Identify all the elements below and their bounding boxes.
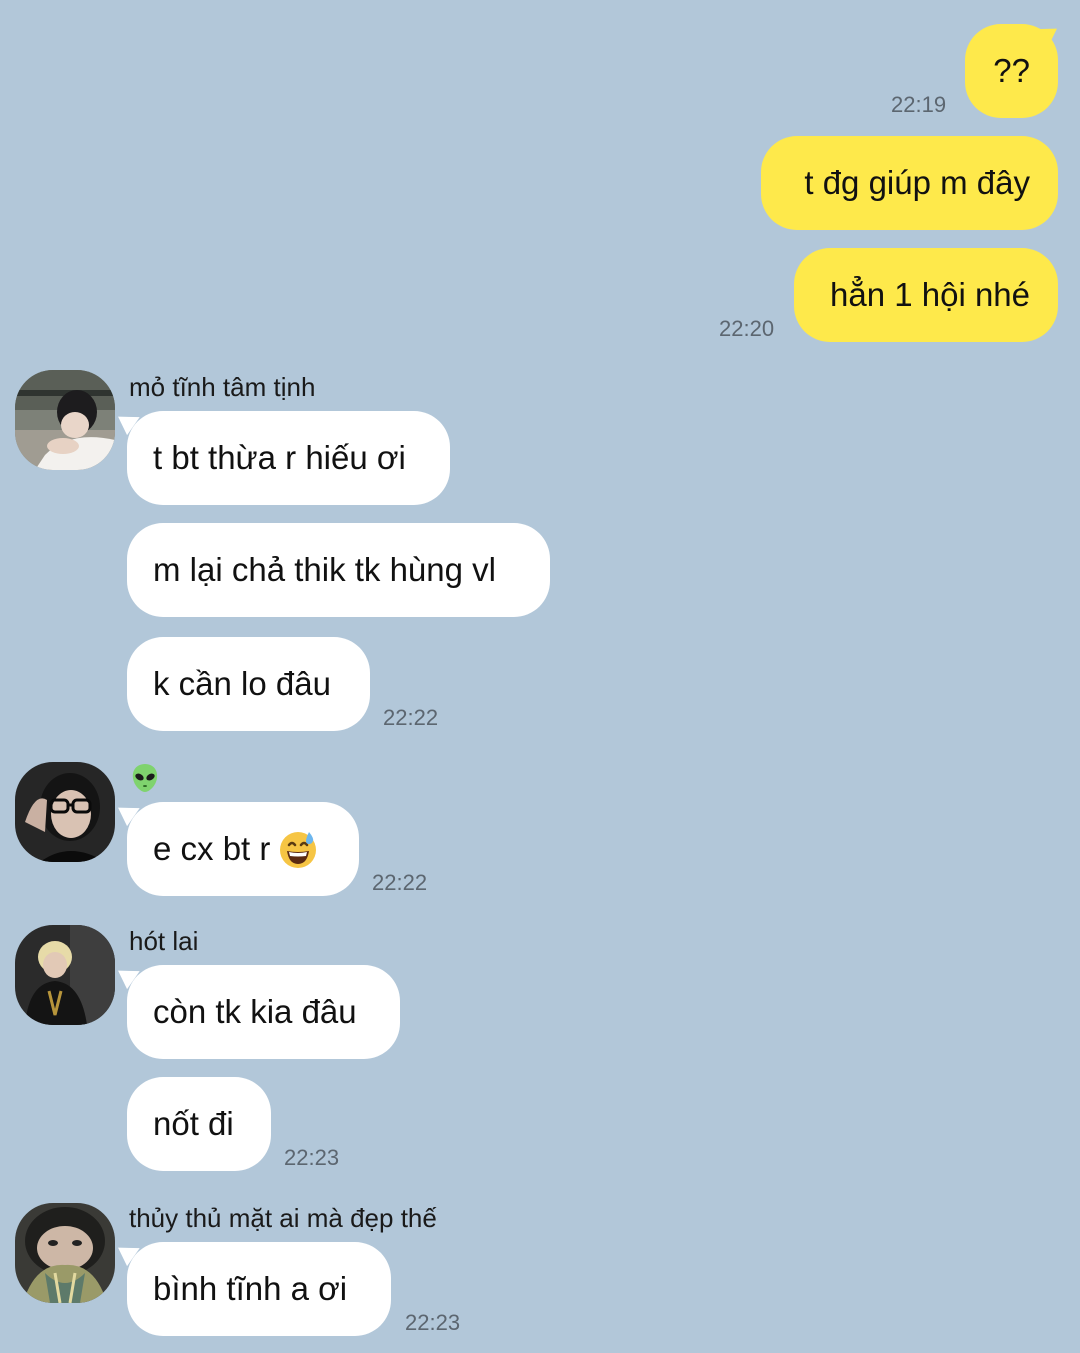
alien-emoji-icon <box>129 762 161 794</box>
profile-photo <box>15 370 115 470</box>
message-bubble-outgoing[interactable]: t đg giúp m đây <box>761 136 1058 230</box>
profile-photo <box>15 1203 115 1303</box>
message-bubble-incoming[interactable]: e cx bt r <box>127 802 359 896</box>
message-bubble-outgoing[interactable]: ?? <box>965 24 1058 118</box>
sender-name: thủy thủ mặt ai mà đẹp thế <box>129 1203 437 1233</box>
message-time: 22:23 <box>405 1310 461 1335</box>
message-bubble-incoming[interactable]: t bt thừa r hiếu ơi <box>127 411 450 505</box>
message-text: e cx bt r <box>153 830 271 867</box>
sender-name: hót lai <box>129 926 199 956</box>
profile-photo <box>15 925 115 1025</box>
message-time: 22:19 <box>891 92 947 117</box>
message-bubble-incoming[interactable]: m lại chả thik tk hùng vl <box>127 523 550 617</box>
avatar[interactable] <box>15 370 115 470</box>
avatar[interactable] <box>15 762 115 862</box>
message-bubble-incoming[interactable]: k cần lo đâu <box>127 637 370 731</box>
message-bubble-outgoing[interactable]: hẳn 1 hội nhé <box>794 248 1058 342</box>
message-time: 22:23 <box>284 1145 340 1170</box>
message-text: ?? <box>993 52 1030 89</box>
message-time: 22:22 <box>372 870 428 895</box>
sender-name: mỏ tĩnh tâm tịnh <box>129 372 316 402</box>
message-time: 22:22 <box>383 705 439 730</box>
message-time: 22:20 <box>719 316 775 341</box>
message-text: t đg giúp m đây <box>804 164 1030 201</box>
message-text: còn tk kia đâu <box>153 993 357 1030</box>
profile-photo <box>15 762 115 862</box>
message-text: bình tĩnh a ơi <box>153 1270 348 1307</box>
message-text: hẳn 1 hội nhé <box>829 276 1030 313</box>
message-bubble-incoming[interactable]: bình tĩnh a ơi <box>127 1242 391 1336</box>
avatar[interactable] <box>15 925 115 1025</box>
message-text: k cần lo đâu <box>153 665 331 702</box>
avatar[interactable] <box>15 1203 115 1303</box>
message-text: t bt thừa r hiếu ơi <box>153 439 406 476</box>
message-text: m lại chả thik tk hùng vl <box>153 551 496 588</box>
grinning-sweat-emoji-icon <box>280 832 317 868</box>
message-bubble-incoming[interactable]: nốt đi <box>127 1077 271 1171</box>
message-bubble-incoming[interactable]: còn tk kia đâu <box>127 965 400 1059</box>
message-text: nốt đi <box>153 1105 234 1142</box>
